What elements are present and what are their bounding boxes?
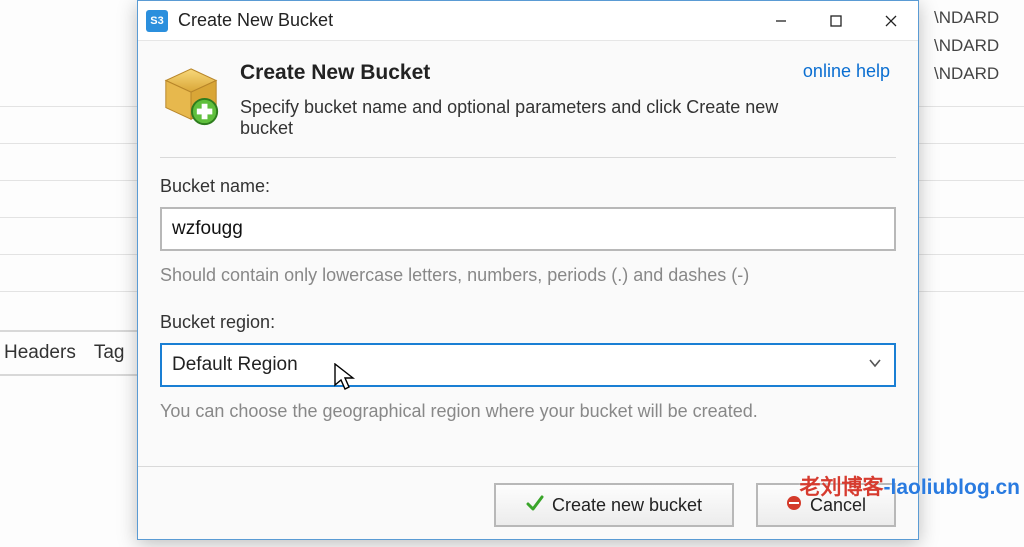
- background-column: \NDARD \NDARD \NDARD: [934, 0, 1024, 88]
- minimize-button[interactable]: [753, 1, 808, 41]
- cancel-icon: [786, 495, 802, 516]
- bucket-name-label: Bucket name:: [160, 176, 896, 197]
- create-bucket-button-label: Create new bucket: [552, 495, 702, 516]
- bucket-region-value: Default Region: [172, 354, 298, 376]
- background-tabs: Headers Tag: [0, 330, 140, 376]
- dialog-heading: Create New Bucket: [240, 61, 793, 85]
- tab-headers[interactable]: Headers: [4, 342, 76, 364]
- s3-app-icon: S3: [146, 10, 168, 32]
- bucket-region-hint: You can choose the geographical region w…: [160, 401, 896, 422]
- bucket-region-select[interactable]: Default Region: [160, 343, 896, 387]
- bucket-region-label: Bucket region:: [160, 312, 896, 333]
- bucket-name-hint: Should contain only lowercase letters, n…: [160, 265, 896, 286]
- dialog-subheading: Specify bucket name and optional paramet…: [240, 97, 793, 139]
- dialog-footer: Create new bucket Cancel: [138, 466, 918, 539]
- window-title: Create New Bucket: [178, 10, 753, 31]
- titlebar: S3 Create New Bucket: [138, 1, 918, 41]
- bg-cell: \NDARD: [934, 60, 1024, 88]
- cancel-button-label: Cancel: [810, 495, 866, 516]
- online-help-link[interactable]: online help: [803, 61, 890, 82]
- cancel-button[interactable]: Cancel: [756, 483, 896, 527]
- bucket-name-input[interactable]: [160, 207, 896, 251]
- create-bucket-dialog: S3 Create New Bucket: [137, 0, 919, 540]
- create-bucket-button[interactable]: Create new bucket: [494, 483, 734, 527]
- check-icon: [526, 494, 544, 517]
- bg-cell: \NDARD: [934, 4, 1024, 32]
- bucket-add-icon: [160, 65, 222, 127]
- bg-cell: \NDARD: [934, 32, 1024, 60]
- tab-tags[interactable]: Tag: [94, 342, 125, 364]
- dialog-header: Create New Bucket Specify bucket name an…: [138, 41, 918, 157]
- close-button[interactable]: [863, 1, 918, 41]
- maximize-button[interactable]: [808, 1, 863, 41]
- chevron-down-icon: [868, 354, 882, 376]
